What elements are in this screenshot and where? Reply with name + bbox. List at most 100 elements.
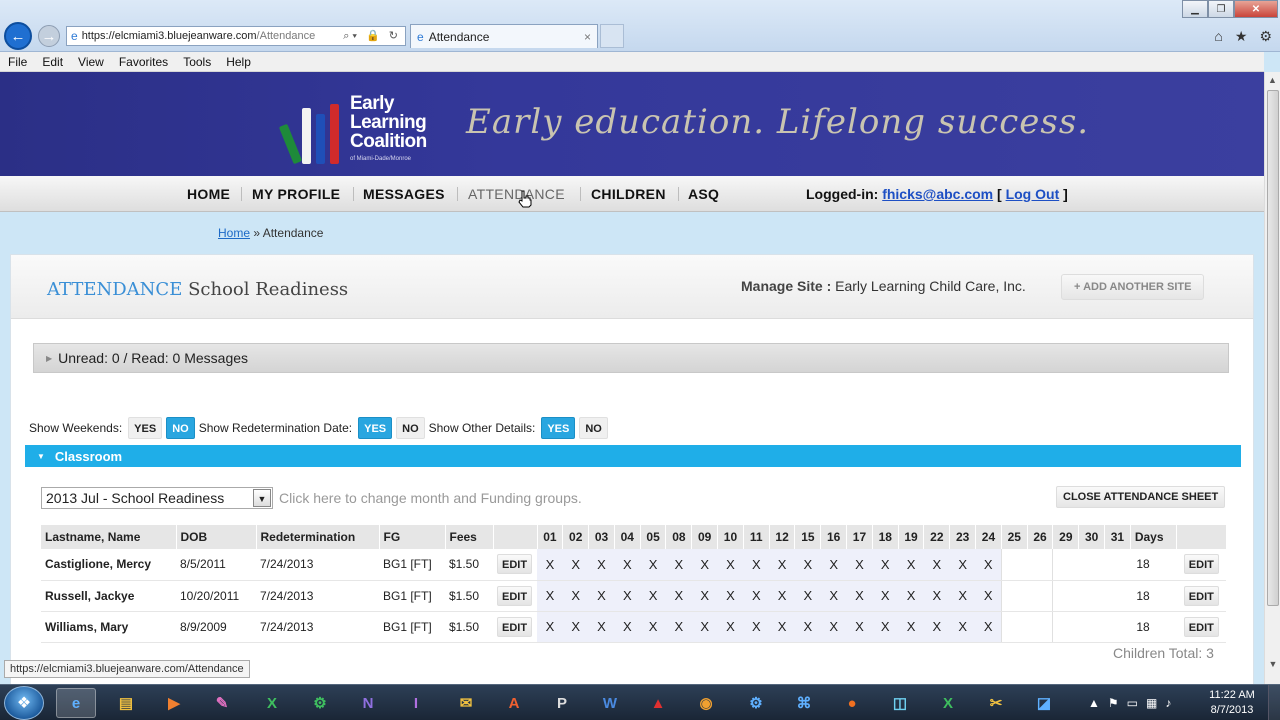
tools-icon[interactable]: ✂ xyxy=(976,688,1016,718)
attendance-day-cell[interactable]: X xyxy=(537,549,563,581)
clock[interactable]: 11:22 AM 8/7/2013 xyxy=(1204,688,1260,718)
attendance-day-cell[interactable]: X xyxy=(898,611,924,643)
pdf-icon[interactable]: ▲ xyxy=(638,688,678,718)
nav-my-profile[interactable]: MY PROFILE xyxy=(252,186,340,202)
minimize-button[interactable]: ▁ xyxy=(1182,0,1208,18)
nav-attendance[interactable]: ATTENDANCE xyxy=(468,186,565,202)
attendance-day-cell[interactable]: X xyxy=(975,580,1002,612)
attendance-day-cell[interactable]: X xyxy=(691,580,718,612)
app-icon[interactable]: ◪ xyxy=(1024,688,1064,718)
home-icon[interactable]: ⌂ xyxy=(1214,28,1222,45)
attendance-day-cell[interactable] xyxy=(1027,611,1054,643)
attendance-day-cell[interactable]: X xyxy=(872,611,899,643)
attendance-day-cell[interactable]: X xyxy=(691,611,718,643)
attendance-day-cell[interactable]: X xyxy=(949,549,976,581)
close-tab-icon[interactable]: × xyxy=(584,30,591,44)
excel-icon[interactable]: X xyxy=(928,688,968,718)
menu-favorites[interactable]: Favorites xyxy=(119,55,168,69)
add-another-site-button[interactable]: + ADD ANOTHER SITE xyxy=(1061,274,1205,300)
chevron-down-icon[interactable]: ▼ xyxy=(253,489,271,507)
attendance-day-cell[interactable]: X xyxy=(743,611,770,643)
change-period-hint[interactable]: Click here to change month and Funding g… xyxy=(279,490,582,506)
attendance-day-cell[interactable]: X xyxy=(820,580,847,612)
new-tab-button[interactable] xyxy=(600,24,624,48)
attendance-day-cell[interactable]: X xyxy=(588,611,615,643)
attendance-day-cell[interactable] xyxy=(1078,611,1105,643)
infopath-icon[interactable]: I xyxy=(396,688,436,718)
scroll-down-icon[interactable]: ▼ xyxy=(1265,656,1280,672)
attendance-day-cell[interactable]: X xyxy=(614,549,641,581)
onenote-icon[interactable]: ✎ xyxy=(202,688,242,718)
attendance-day-cell[interactable] xyxy=(1052,549,1079,581)
attendance-day-cell[interactable]: X xyxy=(691,549,718,581)
restore-button[interactable]: ❐ xyxy=(1208,0,1234,18)
nav-asq[interactable]: ASQ xyxy=(688,186,719,202)
star-icon[interactable]: ★ xyxy=(1235,28,1248,45)
nav-messages[interactable]: MESSAGES xyxy=(363,186,445,202)
back-arrow-icon[interactable]: ← xyxy=(4,22,32,50)
attendance-day-cell[interactable]: X xyxy=(872,549,899,581)
other-details-no-button[interactable]: NO xyxy=(579,417,608,439)
scroll-up-icon[interactable]: ▲ xyxy=(1265,72,1280,88)
onenote-icon[interactable]: N xyxy=(348,688,388,718)
attendance-day-cell[interactable] xyxy=(1078,580,1105,612)
menu-help[interactable]: Help xyxy=(226,55,251,69)
attendance-day-cell[interactable]: X xyxy=(614,580,641,612)
attendance-day-cell[interactable]: X xyxy=(975,549,1002,581)
attendance-day-cell[interactable]: X xyxy=(898,580,924,612)
audio-icon[interactable]: ◉ xyxy=(686,688,726,718)
firefox-icon[interactable]: ● xyxy=(832,688,872,718)
menu-view[interactable]: View xyxy=(78,55,104,69)
vertical-scrollbar[interactable]: ▲ ▼ xyxy=(1264,72,1280,684)
attendance-day-cell[interactable] xyxy=(1027,549,1054,581)
attendance-day-cell[interactable]: X xyxy=(717,549,744,581)
internet-explorer-icon[interactable]: e xyxy=(56,688,96,718)
attendance-day-cell[interactable]: X xyxy=(949,580,976,612)
edit-row-button[interactable]: EDIT xyxy=(497,585,533,606)
attendance-day-cell[interactable]: X xyxy=(588,549,615,581)
attendance-day-cell[interactable]: X xyxy=(743,549,770,581)
attendance-day-cell[interactable]: X xyxy=(923,611,950,643)
windows-start-icon[interactable]: ❖ xyxy=(4,686,44,720)
weekends-yes-button[interactable]: YES xyxy=(128,417,163,439)
attendance-day-cell[interactable]: X xyxy=(562,580,589,612)
media-player-icon[interactable]: ▶ xyxy=(154,688,194,718)
attendance-day-cell[interactable] xyxy=(1078,549,1105,581)
network-icon[interactable]: ◫ xyxy=(880,688,920,718)
attendance-day-cell[interactable]: X xyxy=(846,611,873,643)
breadcrumb-home-link[interactable]: Home xyxy=(218,226,250,240)
attendance-day-cell[interactable]: X xyxy=(949,611,976,643)
gear-icon[interactable]: ⚙ xyxy=(1259,28,1272,45)
edit-days-button[interactable]: EDIT xyxy=(1183,585,1219,606)
attendance-day-cell[interactable] xyxy=(1052,580,1079,612)
attendance-day-cell[interactable]: X xyxy=(537,611,563,643)
attendance-day-cell[interactable]: X xyxy=(898,549,924,581)
forward-arrow-icon[interactable]: → xyxy=(38,25,60,47)
attendance-day-cell[interactable]: X xyxy=(717,611,744,643)
period-select[interactable]: 2013 Jul - School Readiness ▼ xyxy=(41,487,273,509)
attendance-day-cell[interactable]: X xyxy=(562,549,589,581)
attendance-day-cell[interactable]: X xyxy=(769,611,795,643)
attendance-day-cell[interactable]: X xyxy=(794,580,821,612)
classroom-section-toggle[interactable]: ▼ Classroom xyxy=(25,445,1241,467)
attendance-day-cell[interactable]: X xyxy=(665,580,692,612)
attendance-day-cell[interactable] xyxy=(1104,549,1131,581)
tab-attendance[interactable]: e Attendance × xyxy=(410,24,598,48)
attendance-day-cell[interactable]: X xyxy=(846,549,873,581)
attendance-day-cell[interactable]: X xyxy=(743,580,770,612)
attendance-day-cell[interactable] xyxy=(1052,611,1079,643)
attendance-day-cell[interactable]: X xyxy=(820,549,847,581)
attendance-day-cell[interactable]: X xyxy=(769,580,795,612)
attendance-day-cell[interactable]: X xyxy=(640,611,666,643)
menu-file[interactable]: File xyxy=(8,55,27,69)
attendance-day-cell[interactable] xyxy=(1027,580,1054,612)
word-icon[interactable]: W xyxy=(590,688,630,718)
power-icon[interactable]: ▭ xyxy=(1127,696,1138,710)
menu-edit[interactable]: Edit xyxy=(42,55,63,69)
attendance-day-cell[interactable] xyxy=(1001,549,1028,581)
edit-row-button[interactable]: EDIT xyxy=(497,554,533,575)
excel-icon[interactable]: X xyxy=(252,688,292,718)
close-window-button[interactable]: ✕ xyxy=(1234,0,1278,18)
other-details-yes-button[interactable]: YES xyxy=(541,417,576,439)
attendance-day-cell[interactable]: X xyxy=(717,580,744,612)
